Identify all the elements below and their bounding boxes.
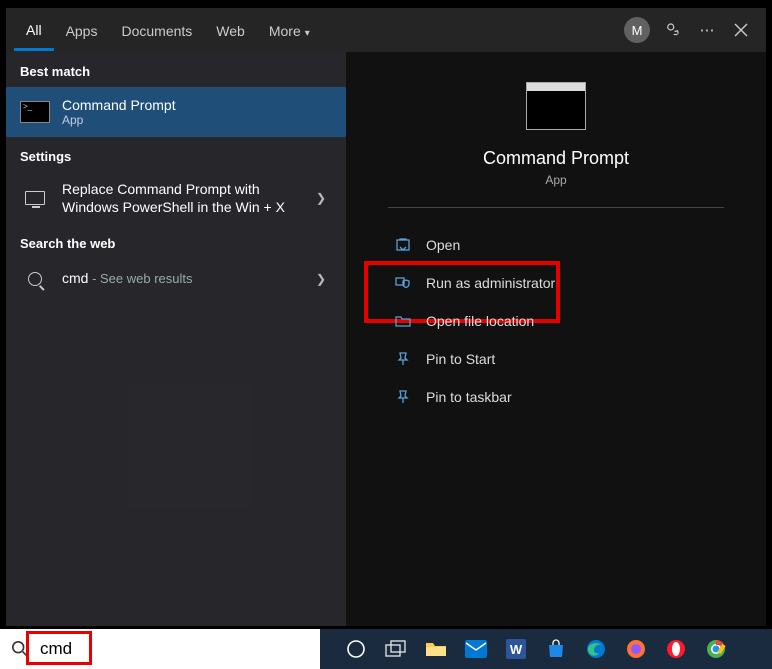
folder-icon [394,312,412,330]
action-pin-start[interactable]: Pin to Start [388,340,724,378]
best-match-result[interactable]: Command Prompt App [6,87,346,137]
tab-web[interactable]: Web [204,11,257,49]
preview-app-icon [526,82,586,130]
preview-title: Command Prompt [483,148,629,169]
result-title: Command Prompt [62,97,332,113]
search-tabs: All Apps Documents Web More▾ M ⋯ [6,8,766,52]
mail-icon[interactable] [458,631,494,667]
task-view-icon[interactable] [378,631,414,667]
action-pin-taskbar[interactable]: Pin to taskbar [388,378,724,416]
search-icon [20,267,50,291]
tab-documents[interactable]: Documents [109,11,204,49]
taskbar-icons: W [320,631,772,667]
tab-apps[interactable]: Apps [54,11,110,49]
settings-result[interactable]: Replace Command Prompt with Windows Powe… [6,172,346,224]
result-subtitle: App [62,113,332,127]
pin-icon [394,350,412,368]
search-icon [0,640,40,658]
shield-icon [394,274,412,292]
action-label: Run as administrator [426,275,555,291]
open-icon [394,236,412,254]
web-result-query: cmd [62,270,88,286]
settings-result-title: Replace Command Prompt with Windows Powe… [62,180,310,216]
action-open-location[interactable]: Open file location [388,302,724,340]
settings-header: Settings [6,137,346,172]
web-result-suffix: - See web results [88,271,192,286]
action-label: Open [426,237,460,253]
tab-more[interactable]: More▾ [257,11,322,49]
action-run-admin[interactable]: Run as administrator [388,264,724,302]
results-column: Best match Command Prompt App Settings R… [6,52,346,626]
monitor-icon [20,186,50,210]
options-icon[interactable]: ⋯ [690,13,724,47]
rewards-icon[interactable] [656,13,690,47]
web-result[interactable]: cmd - See web results ❯ [6,259,346,299]
opera-icon[interactable] [658,631,694,667]
taskbar: W [0,629,772,669]
chevron-down-icon: ▾ [305,28,310,39]
preview-subtitle: App [545,173,566,187]
action-label: Pin to taskbar [426,389,512,405]
preview-column: Command Prompt App Open Run as administr… [346,52,766,626]
action-open[interactable]: Open [388,226,724,264]
search-input[interactable] [40,629,320,669]
edge-icon[interactable] [578,631,614,667]
firefox-icon[interactable] [618,631,654,667]
best-match-header: Best match [6,52,346,87]
web-header: Search the web [6,224,346,259]
word-icon[interactable]: W [498,631,534,667]
cortana-icon[interactable] [338,631,374,667]
chevron-right-icon: ❯ [310,191,332,205]
chrome-icon[interactable] [698,631,734,667]
command-prompt-icon [20,100,50,124]
account-avatar[interactable]: M [624,17,650,43]
chevron-right-icon: ❯ [310,272,332,286]
action-label: Pin to Start [426,351,495,367]
svg-text:W: W [510,642,523,657]
preview-actions: Open Run as administrator Open file loca… [388,226,724,416]
store-icon[interactable] [538,631,574,667]
divider [388,207,724,208]
file-explorer-icon[interactable] [418,631,454,667]
pin-icon [394,388,412,406]
action-label: Open file location [426,313,534,329]
start-search-panel: All Apps Documents Web More▾ M ⋯ Best ma… [6,8,766,626]
tab-all[interactable]: All [14,10,54,51]
close-button[interactable] [724,13,758,47]
taskbar-search[interactable] [0,629,320,669]
